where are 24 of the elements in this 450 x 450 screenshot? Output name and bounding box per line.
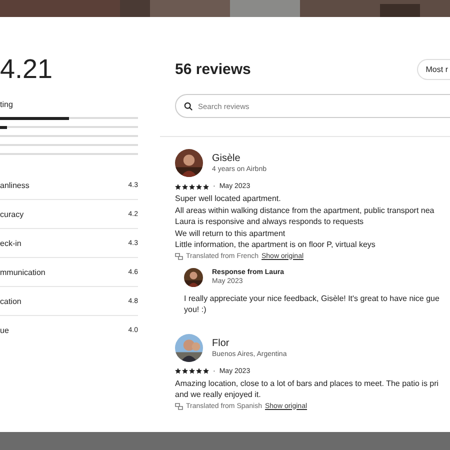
- reviews-title: 56 reviews: [175, 61, 251, 78]
- reviewer-name: Gisèle: [212, 153, 242, 164]
- translate-icon: [175, 402, 183, 410]
- review-text: Super well located apartment.: [175, 193, 282, 204]
- reviewer-name: Flor: [212, 338, 230, 348]
- review-text: Laura is responsive and always responds to requests: [175, 216, 365, 228]
- review-text: and we really enjoyed it.: [175, 389, 262, 400]
- translate-icon: [175, 252, 183, 260]
- review-text: Little information, the apartment is on floor P, virtual keys: [175, 239, 376, 250]
- response-text: you! :): [184, 304, 208, 316]
- category-name: cation: [0, 296, 22, 306]
- category-name: mmunication: [0, 268, 46, 276]
- search-icon: [184, 102, 193, 110]
- category-name: ue: [0, 326, 9, 334]
- category-name: anliness: [0, 180, 30, 190]
- category-name: eck-in: [0, 238, 22, 248]
- response-text: I really appreciate your nice feedback, Gisèle! It's great to have nice gue: [184, 292, 440, 304]
- overall-rating: 4.21: [0, 53, 53, 85]
- review-text: Amazing location, close to a lot of bars and places to meet. The patio is pri: [175, 378, 440, 389]
- review-text: We will return to this apartment: [175, 228, 286, 239]
- category-name: curacy: [0, 210, 24, 218]
- rating-label: ting: [0, 100, 14, 109]
- sort-button[interactable]: Most r: [416, 59, 450, 80]
- review-text: All areas within walking distance from the apartment, public transport nea: [175, 204, 436, 216]
